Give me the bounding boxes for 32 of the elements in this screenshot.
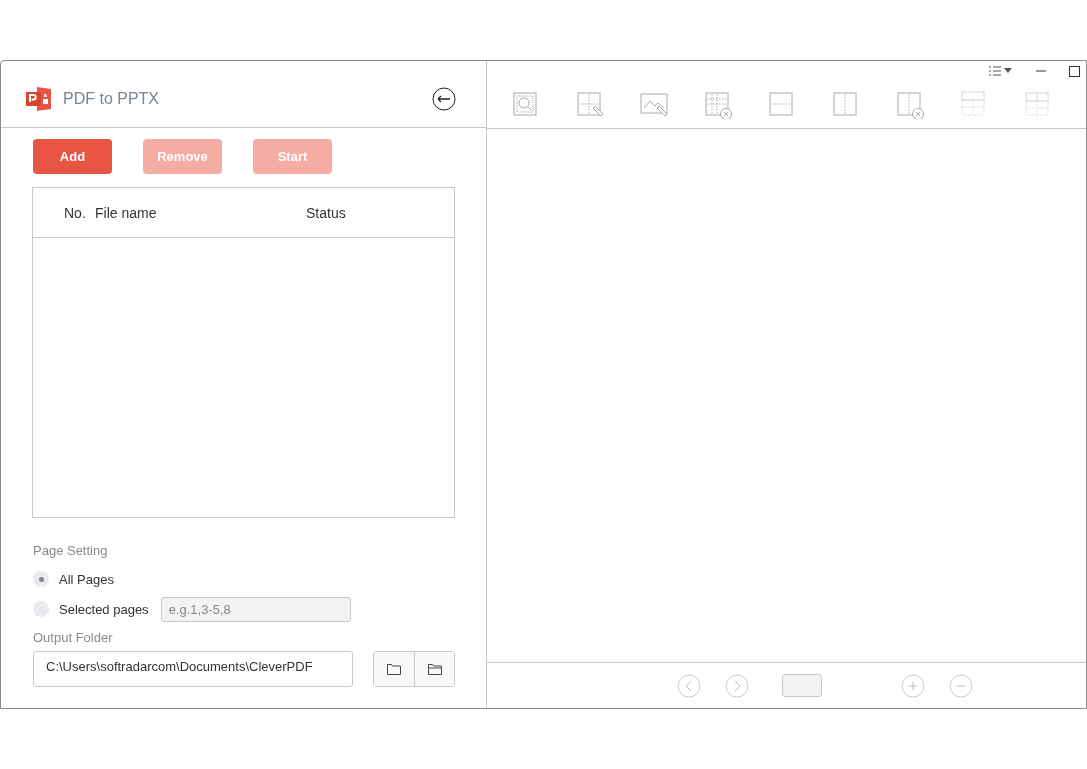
output-path-field[interactable]: C:\Users\softradarcom\Documents\CleverPDF: [33, 651, 353, 687]
grid-pencil-icon[interactable]: [576, 90, 604, 119]
grid-delete-icon[interactable]: [704, 90, 732, 119]
column-header: No.: [64, 204, 87, 221]
output-folder-label: Output Folder: [33, 630, 114, 645]
add-button[interactable]: Add: [33, 139, 112, 174]
page-number-field[interactable]: [782, 674, 822, 697]
back-button[interactable]: [432, 87, 456, 111]
radio-label: Selected pages: [59, 601, 149, 617]
image-pencil-icon[interactable]: [640, 90, 668, 119]
page-setting-label: Page Setting: [33, 543, 109, 558]
radio-button[interactable]: [33, 571, 49, 587]
open-folder-icon: [427, 663, 442, 675]
search-icon[interactable]: [512, 90, 540, 119]
vertical-split-icon[interactable]: [832, 90, 860, 119]
next-page-button[interactable]: [725, 673, 749, 698]
folder-button[interactable]: [374, 652, 414, 686]
menu-button[interactable]: [989, 66, 1013, 76]
app-title: PDF to PPTX: [63, 90, 161, 108]
zoom-out-button[interactable]: [949, 673, 973, 698]
open-folder-button[interactable]: [414, 652, 454, 686]
horizontal-split-icon[interactable]: [768, 90, 796, 119]
radio-label: All Pages: [59, 571, 114, 587]
column-header: File name: [95, 204, 158, 221]
folder-icon: [387, 663, 401, 675]
maximize-button[interactable]: [1069, 65, 1080, 77]
zoom-in-button[interactable]: [901, 673, 925, 698]
split-delete-icon[interactable]: [896, 90, 924, 119]
previous-page-button[interactable]: [677, 673, 701, 698]
powerpoint-logo-icon: [25, 85, 53, 113]
page-range-field[interactable]: e.g.1,3-5,8: [160, 596, 351, 622]
column-header: Status: [306, 204, 346, 221]
